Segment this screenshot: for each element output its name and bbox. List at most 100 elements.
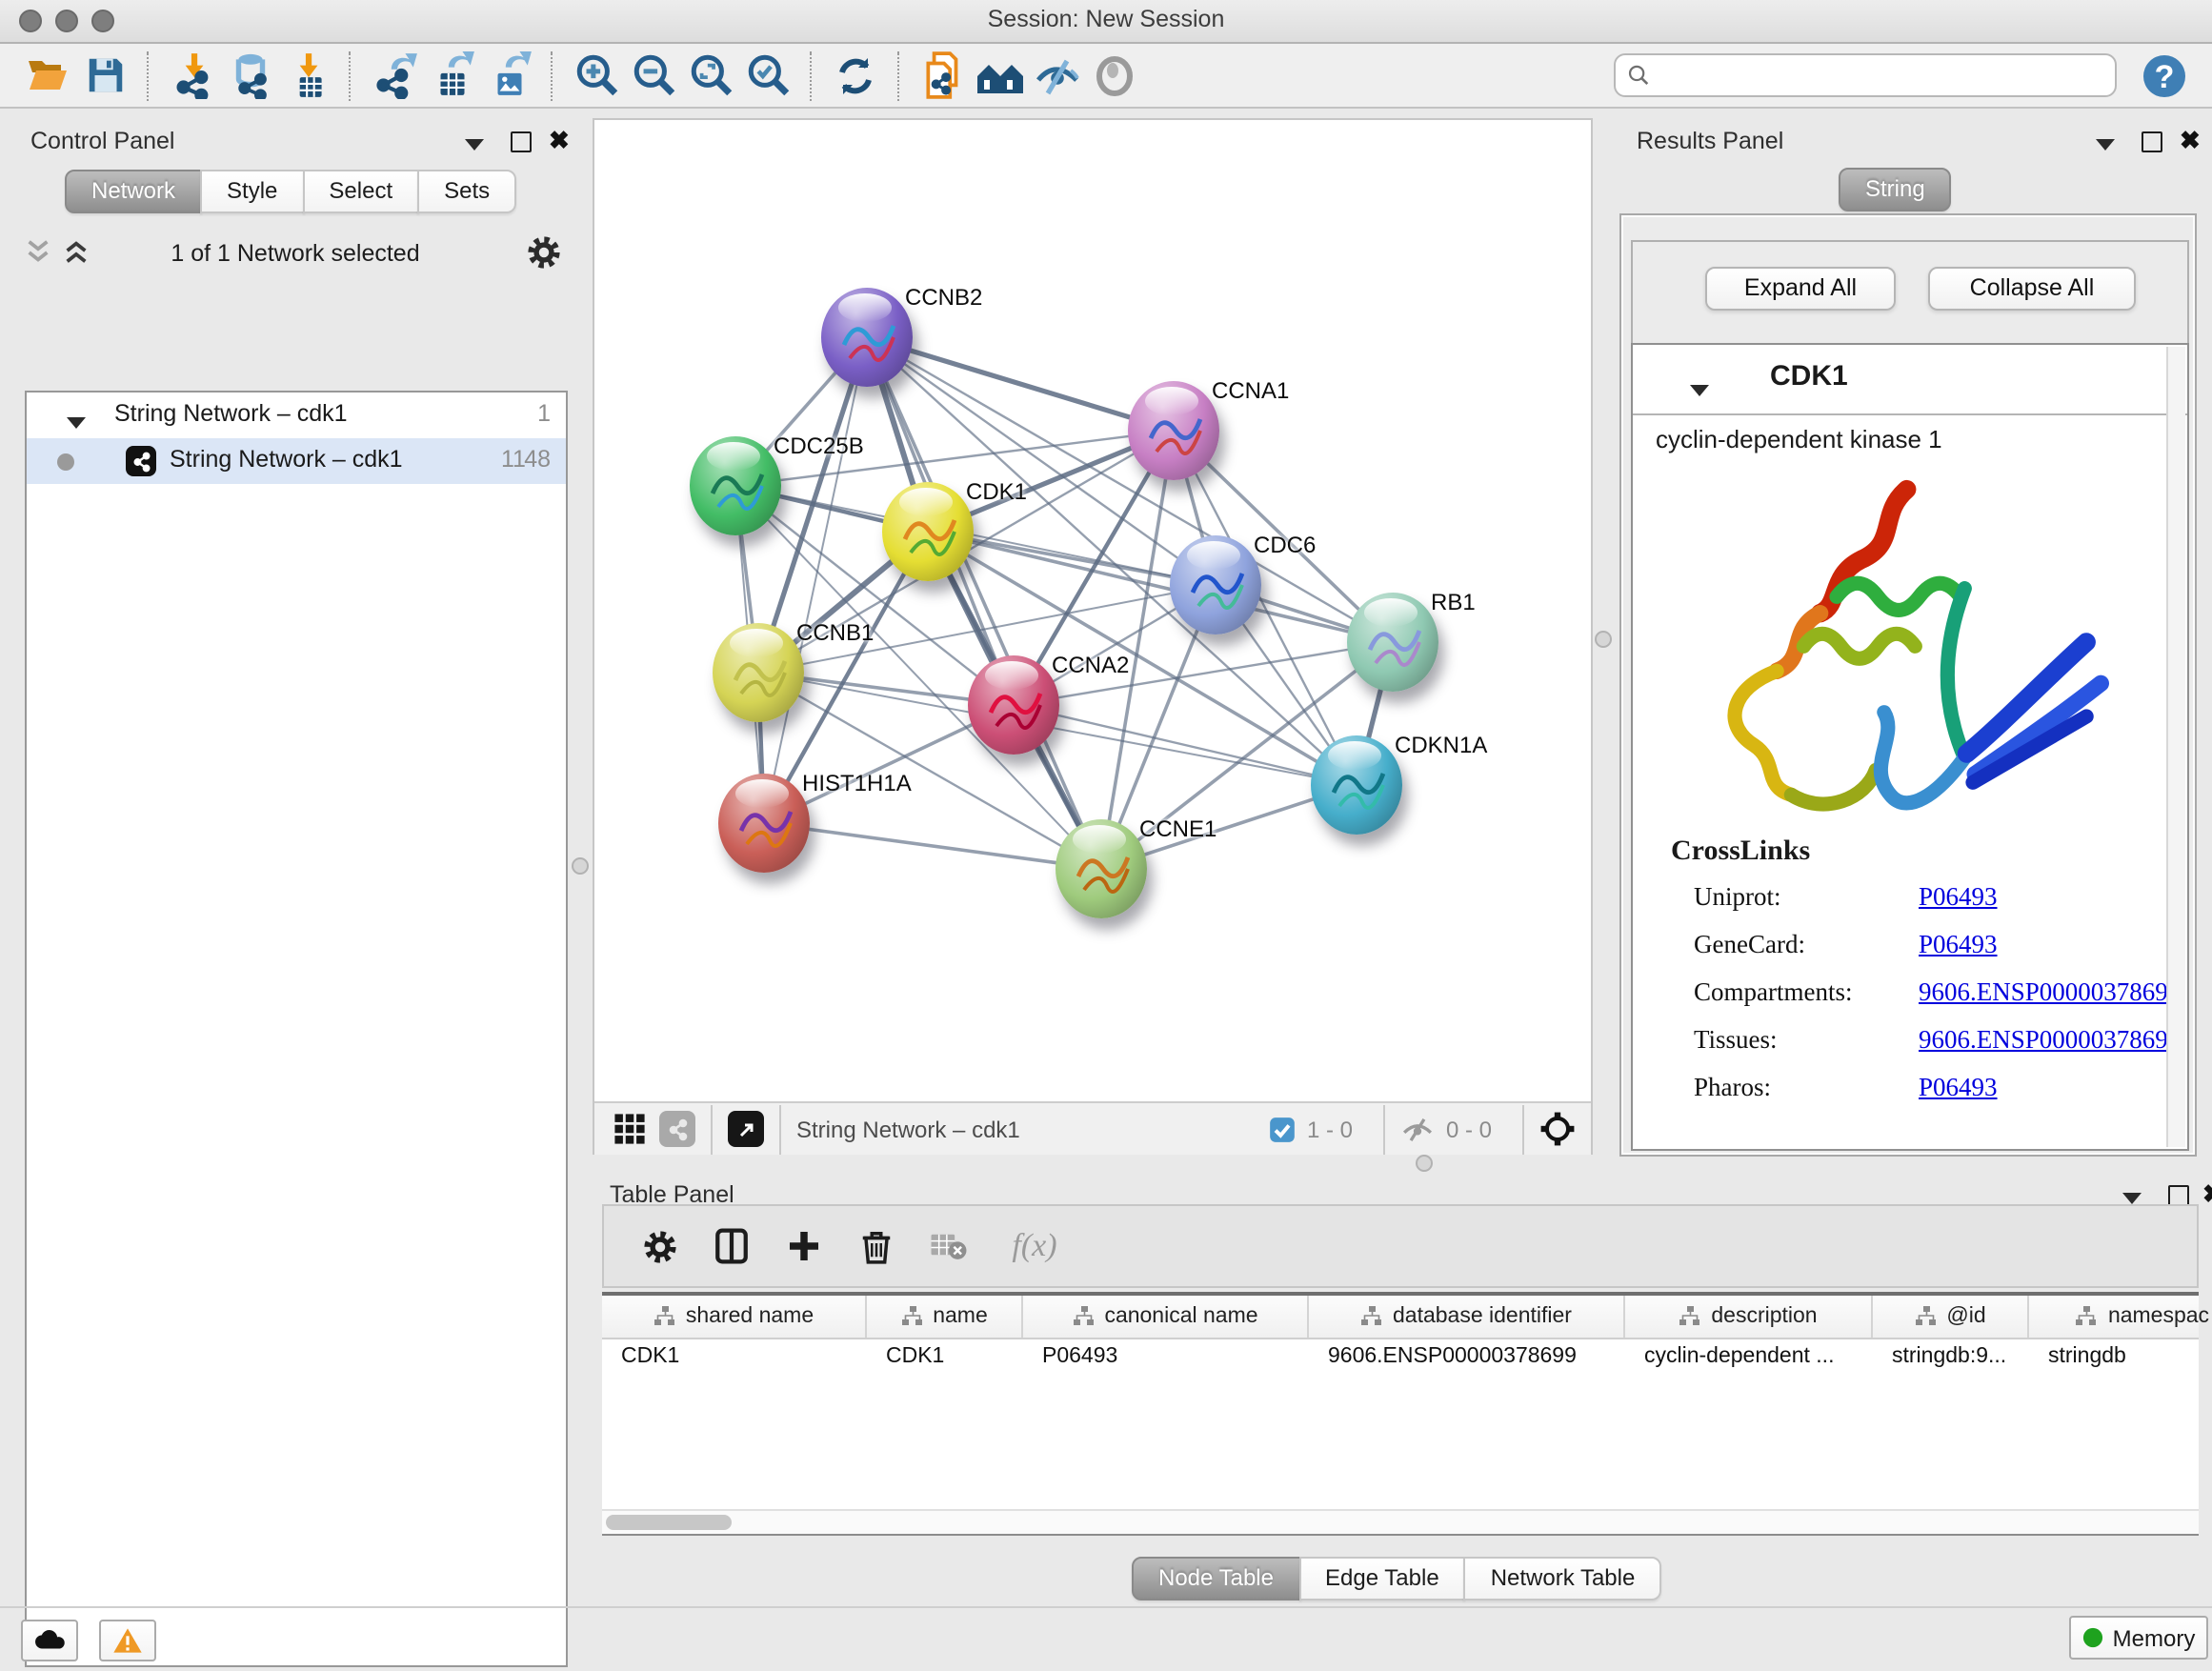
results-scrollbar[interactable] xyxy=(2166,347,2185,1147)
zoom-out-button[interactable] xyxy=(625,49,682,102)
search-input[interactable] xyxy=(1650,62,2103,89)
network-edge[interactable] xyxy=(764,823,1101,869)
export-image-button[interactable] xyxy=(480,49,537,102)
expand-all-button[interactable]: Expand All xyxy=(1705,267,1896,311)
network-node-ccne1[interactable] xyxy=(1056,819,1147,918)
show-columns-button[interactable] xyxy=(707,1221,756,1271)
import-network-from-database-button[interactable] xyxy=(221,49,278,102)
left-splitter-handle[interactable] xyxy=(572,857,589,875)
expand-all-tree-button[interactable] xyxy=(61,238,95,269)
table-settings-button[interactable] xyxy=(634,1221,684,1271)
scrollbar-thumb[interactable] xyxy=(606,1515,732,1530)
table-cell[interactable]: cyclin-dependent ... xyxy=(1625,1339,1873,1379)
memory-button[interactable]: Memory xyxy=(2069,1616,2208,1660)
control-panel-float-button[interactable] xyxy=(511,131,532,158)
import-table-from-file-button[interactable] xyxy=(278,49,335,102)
table-cell[interactable]: CDK1 xyxy=(867,1339,1023,1379)
network-canvas[interactable]: CCNB2 CCNA1 CDC25B CDK1 CDC6 RB1 CCNB1 C… xyxy=(594,120,1591,1101)
network-node-ccnb1[interactable] xyxy=(713,623,804,722)
column-header-database-identifier[interactable]: database identifier xyxy=(1309,1296,1625,1338)
network-options-button[interactable] xyxy=(526,234,564,272)
results-panel-float-button[interactable] xyxy=(2142,131,2162,158)
birdseye-view-button[interactable] xyxy=(1539,1111,1576,1147)
chevron-down-icon xyxy=(465,139,484,151)
grid-view-button[interactable] xyxy=(613,1113,646,1145)
collapse-all-tree-button[interactable] xyxy=(23,238,57,269)
network-collection-row[interactable]: String Network – cdk1 1 xyxy=(27,393,566,438)
global-search-field[interactable] xyxy=(1614,53,2117,97)
network-row-selected[interactable]: String Network – cdk1 11 48 xyxy=(27,438,566,484)
network-edge[interactable] xyxy=(1014,705,1357,785)
import-network-from-file-button[interactable] xyxy=(164,49,221,102)
network-edge[interactable] xyxy=(928,532,1393,642)
column-header-canonical-name[interactable]: canonical name xyxy=(1023,1296,1309,1338)
results-panel-close-button[interactable]: ✖ xyxy=(2180,126,2201,156)
table-cell[interactable]: P06493 xyxy=(1023,1339,1309,1379)
export-table-button[interactable] xyxy=(423,49,480,102)
apply-layout-button[interactable] xyxy=(827,49,884,102)
table-panel-close-button[interactable]: ✖ xyxy=(2202,1179,2212,1210)
cloud-status-button[interactable] xyxy=(21,1620,78,1661)
crosslink-value-link[interactable]: 9606.ENSP00000378699 xyxy=(1919,977,2181,1008)
hide-graphics-details-button[interactable] xyxy=(1029,49,1086,102)
table-horizontal-scrollbar[interactable] xyxy=(602,1509,2199,1534)
column-header-shared-name[interactable]: shared name xyxy=(602,1296,867,1338)
table-cell[interactable]: 9606.ENSP00000378699 xyxy=(1309,1339,1625,1379)
protein-section-header[interactable]: CDK1 xyxy=(1633,345,2187,415)
delete-column-button[interactable] xyxy=(852,1221,901,1271)
tab-select[interactable]: Select xyxy=(302,170,419,213)
tab-style[interactable]: Style xyxy=(200,170,304,213)
show-graphics-details-button[interactable] xyxy=(1086,49,1143,102)
network-node-rb1[interactable] xyxy=(1347,593,1438,692)
collapse-all-button[interactable]: Collapse All xyxy=(1928,267,2136,311)
crosslink-value-link[interactable]: 9606.ENSP00000378699 xyxy=(1919,1025,2181,1056)
homes-icon xyxy=(975,50,1025,100)
column-header-description[interactable]: description xyxy=(1625,1296,1873,1338)
table-cell[interactable]: CDK1 xyxy=(602,1339,867,1379)
create-column-button[interactable] xyxy=(779,1221,829,1271)
table-row[interactable]: CDK1CDK1P064939606.ENSP00000378699cyclin… xyxy=(602,1339,2199,1379)
tree-expander-icon[interactable] xyxy=(67,408,86,434)
column-header-namespac[interactable]: namespac xyxy=(2029,1296,2212,1338)
tab-network-table[interactable]: Network Table xyxy=(1464,1557,1662,1601)
network-node-cdkn1a[interactable] xyxy=(1311,735,1402,835)
crosslink-value-link[interactable]: P06493 xyxy=(1919,1073,1998,1103)
tab-string[interactable]: String xyxy=(1839,168,1952,211)
control-panel-menu-button[interactable] xyxy=(465,133,484,156)
network-node-cdc25b[interactable] xyxy=(690,436,781,535)
clone-network-button[interactable] xyxy=(915,49,972,102)
crosslink-value-link[interactable]: P06493 xyxy=(1919,930,1998,960)
results-panel-menu-button[interactable] xyxy=(2096,133,2115,156)
column-header-@id[interactable]: @id xyxy=(1873,1296,2029,1338)
control-panel-close-button[interactable]: ✖ xyxy=(549,126,570,156)
network-view-badge[interactable] xyxy=(659,1111,695,1147)
section-collapse-icon[interactable] xyxy=(1690,372,1709,406)
tab-network[interactable]: Network xyxy=(65,170,202,213)
zoom-in-button[interactable] xyxy=(568,49,625,102)
open-session-button[interactable] xyxy=(19,49,76,102)
hidden-eye-slash-icon[interactable] xyxy=(1400,1116,1435,1142)
zoom-fit-button[interactable] xyxy=(682,49,739,102)
network-node-cdk1[interactable] xyxy=(882,482,974,581)
tab-edge-table[interactable]: Edge Table xyxy=(1298,1557,1466,1601)
table-cell[interactable]: stringdb xyxy=(2029,1339,2212,1379)
network-node-cdc6[interactable] xyxy=(1170,535,1261,634)
crosslink-value-link[interactable]: P06493 xyxy=(1919,882,1998,913)
tab-node-table[interactable]: Node Table xyxy=(1132,1557,1300,1601)
tab-sets[interactable]: Sets xyxy=(417,170,516,213)
network-node-ccnb2[interactable] xyxy=(821,288,913,387)
table-cell[interactable]: stringdb:9... xyxy=(1873,1339,2029,1379)
warnings-button[interactable] xyxy=(99,1620,156,1661)
help-button[interactable]: ? xyxy=(2136,49,2193,102)
network-node-ccna1[interactable] xyxy=(1128,381,1219,480)
network-node-ccna2[interactable] xyxy=(968,655,1059,755)
network-node-hist1h1a[interactable] xyxy=(718,774,810,873)
selected-checkbox-icon[interactable] xyxy=(1269,1116,1296,1142)
network-edge[interactable] xyxy=(764,337,867,823)
detach-view-button[interactable] xyxy=(728,1111,764,1147)
save-session-button[interactable] xyxy=(76,49,133,102)
zoom-selected-button[interactable] xyxy=(739,49,796,102)
export-network-button[interactable] xyxy=(366,49,423,102)
column-header-name[interactable]: name xyxy=(867,1296,1023,1338)
show-all-views-button[interactable] xyxy=(972,49,1029,102)
